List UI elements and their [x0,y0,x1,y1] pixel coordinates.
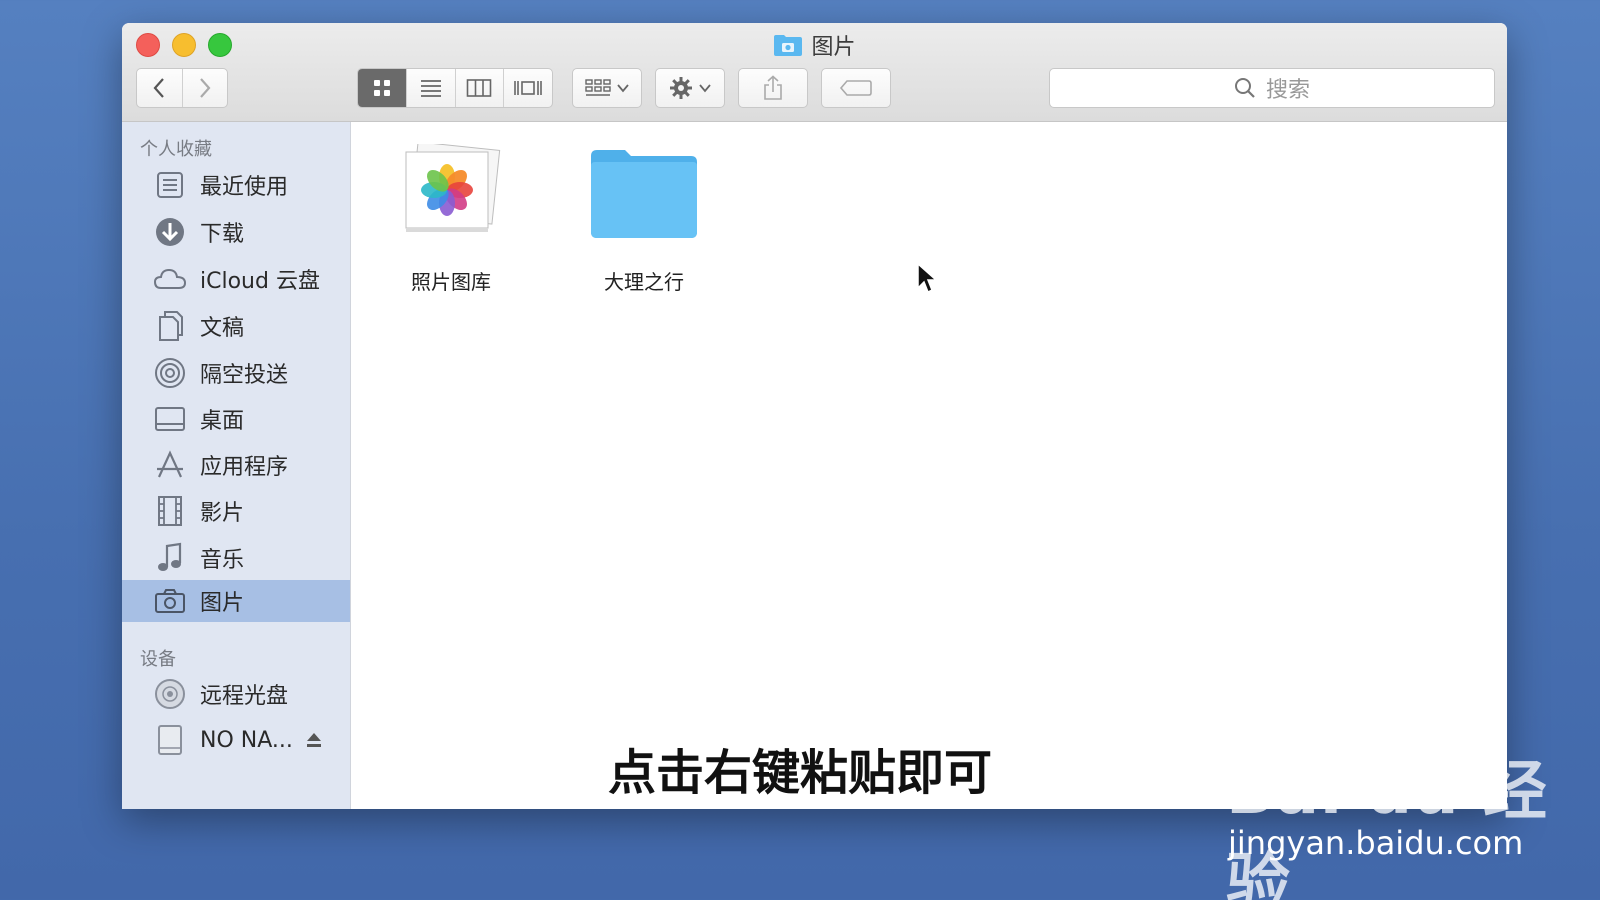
documents-icon [153,309,187,343]
applications-icon [153,448,187,482]
sidebar-item-label: iCloud 云盘 [200,269,320,294]
column-view-button[interactable] [454,69,504,107]
sidebar-item-documents[interactable]: 文稿 [122,305,350,347]
sidebar-item-airdrop[interactable]: 隔空投送 [122,352,350,394]
sidebar-item-movies[interactable]: 影片 [122,490,350,532]
forward-button[interactable] [181,69,228,107]
devices-header: 设备 [140,649,176,670]
sidebar-item-label: 桌面 [200,409,245,434]
watermark-logo: Bai du 经验 [1226,755,1548,900]
sidebar-item-remote-disc[interactable]: 远程光盘 [122,673,350,715]
cover-flow-icon [514,81,542,95]
file-label: 大理之行 [604,270,684,294]
sidebar-item-label: 影片 [200,501,245,526]
sidebar-item-label: 音乐 [200,548,245,573]
tag-icon [839,80,872,96]
column-view-icon [467,79,492,97]
sidebar-item-icloud[interactable]: iCloud 云盘 [122,258,350,300]
sidebar-item-downloads[interactable]: 下载 [122,211,350,253]
sidebar-item-label: 下载 [200,222,245,247]
back-button[interactable] [137,69,182,107]
chevron-down-icon [617,84,629,93]
sidebar-item-label: 应用程序 [200,455,289,480]
chevron-left-icon [153,78,165,98]
chevron-down-icon [699,84,711,93]
view-mode-buttons [357,68,553,108]
gallery-view-button[interactable] [503,69,552,107]
recents-icon [153,168,187,202]
file-item-photos-library[interactable]: 照片图库 [376,144,526,295]
icloud-icon [153,262,187,296]
sidebar-item-desktop[interactable]: 桌面 [122,398,350,440]
titlebar: 图片 搜索 [122,23,1507,122]
icon-view-button[interactable] [358,69,406,107]
arrange-grid-icon [585,79,611,96]
sidebar-item-applications[interactable]: 应用程序 [122,444,350,486]
share-button[interactable] [738,68,808,108]
action-menu-button[interactable] [655,68,725,108]
favorites-header: 个人收藏 [140,139,212,160]
gear-icon [670,77,692,99]
share-icon [764,75,782,100]
search-placeholder: 搜索 [1265,78,1310,103]
sidebar-item-label: 远程光盘 [200,684,289,709]
music-icon [153,541,187,575]
tags-button[interactable] [821,68,891,108]
file-label: 照片图库 [411,270,491,294]
chevron-right-icon [199,78,211,98]
window-title: 图片 [122,29,1507,61]
folder-icon [591,150,697,238]
navigation-buttons [136,68,228,108]
finder-window: 图片 搜索 个人收藏 最近使用 下载 iCloud 云盘 文稿 隔空投送 桌面 … [122,23,1507,809]
airdrop-icon [153,356,187,390]
photos-library-icon [405,144,501,232]
sidebar: 个人收藏 最近使用 下载 iCloud 云盘 文稿 隔空投送 桌面 应用程序 影… [122,122,351,809]
pictures-folder-icon [774,35,803,56]
list-view-button[interactable] [405,69,455,107]
sidebar-item-pictures[interactable]: 图片 [122,580,350,622]
sidebar-item-recents[interactable]: 最近使用 [122,164,350,206]
search-icon [1234,78,1255,98]
remote-disc-icon [153,677,187,711]
sidebar-item-label: 文稿 [200,316,245,341]
sidebar-item-label: 图片 [200,591,245,616]
search-field[interactable]: 搜索 [1049,68,1495,108]
sidebar-item-label: 隔空投送 [200,363,289,388]
arrange-menu-button[interactable] [572,68,642,108]
window-title-text: 图片 [811,35,856,60]
pictures-icon [153,584,187,618]
watermark-url: jingyan.baidu.com [1228,824,1524,862]
desktop-icon [153,402,187,436]
mouse-cursor-icon [917,262,938,294]
sidebar-item-label: 最近使用 [200,175,289,200]
movies-icon [153,494,187,528]
list-view-icon [420,80,441,97]
file-browser-content: 照片图库 大理之行 [351,122,1507,809]
downloads-icon [153,215,187,249]
icon-view-icon [373,80,390,96]
sidebar-item-music[interactable]: 音乐 [122,537,350,579]
file-item-folder[interactable]: 大理之行 [569,144,719,295]
